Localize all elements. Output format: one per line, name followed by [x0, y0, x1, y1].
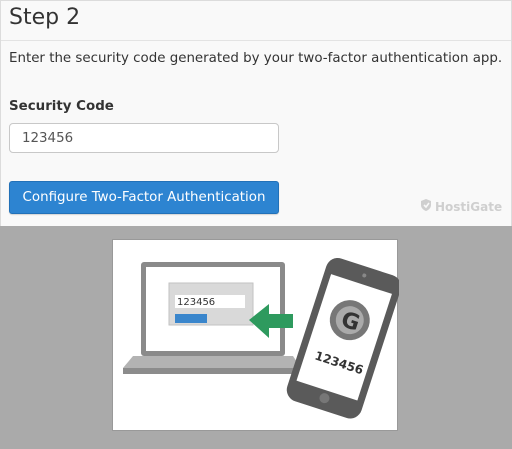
hostigate-watermark: HostiGate — [419, 198, 502, 215]
step-panel: Step 2 Enter the security code generated… — [0, 0, 512, 227]
security-code-label: Security Code — [9, 99, 114, 114]
configure-2fa-button[interactable]: Configure Two-Factor Authentication — [9, 181, 279, 214]
hostigate-logo-icon — [419, 198, 433, 215]
security-code-input[interactable] — [9, 123, 279, 153]
smartphone-icon: G 123456 — [286, 257, 402, 419]
two-factor-illustration: 123456 G 123456 — [112, 239, 402, 431]
page-title: Step 2 — [9, 5, 81, 30]
watermark-brand: HostiGate — [435, 199, 503, 214]
instruction-text: Enter the security code generated by you… — [9, 51, 503, 66]
laptop-code-text: 123456 — [177, 297, 215, 308]
title-divider — [1, 40, 511, 41]
